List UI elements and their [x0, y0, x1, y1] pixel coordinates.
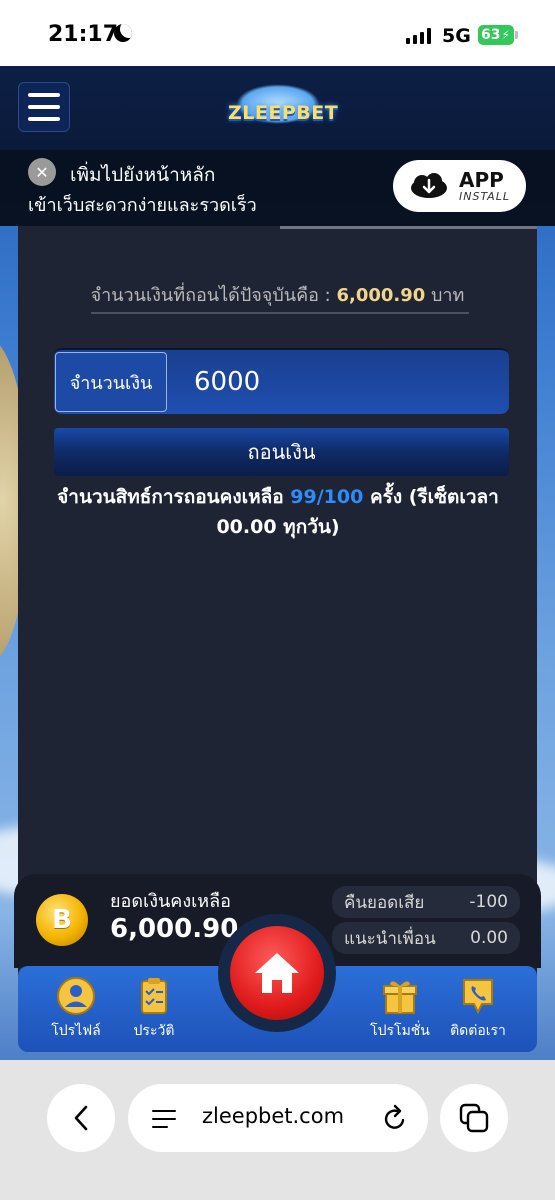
cashback-label: คืนยอดเสีย — [344, 892, 425, 913]
clipboard-icon — [141, 978, 167, 1014]
referral-label: แนะนำเพื่อน — [344, 928, 436, 949]
amount-field-row: จำนวนเงิน — [54, 348, 509, 414]
site-logo[interactable]: ZLEEPBET — [228, 76, 339, 138]
signal-icon — [406, 28, 431, 44]
nav-item-contact[interactable]: ติดต่อเรา — [438, 976, 518, 1042]
install-label: INSTALL — [459, 189, 510, 203]
cashback-chip[interactable]: คืนยอดเสีย -100 — [332, 886, 520, 918]
app-header: ZLEEPBET — [0, 66, 555, 150]
cashback-value: -100 — [469, 892, 508, 912]
chevron-left-icon — [74, 1105, 88, 1131]
battery-level: 63 — [481, 27, 501, 43]
rights-count: 99/100 — [290, 486, 364, 508]
withdraw-panel: จำนวนเงินที่ถอนได้ปัจจุบันคือ : 6,000.90… — [18, 226, 537, 986]
rights-prefix: จำนวนสิทธ์การถอนคงเหลือ — [57, 486, 291, 508]
clock: 21:17 — [48, 22, 119, 47]
nav-label-promotion: โปรโมชั่น — [370, 1023, 430, 1039]
available-label: จำนวนเงินที่ถอนได้ปัจจุบันคือ : — [90, 285, 337, 306]
page-menu-icon[interactable] — [152, 1110, 176, 1134]
app-viewport: ZLEEPBET จำนวนเงินที่ถอนได้ปัจจุบันคือ :… — [0, 66, 555, 1060]
tabs-button[interactable] — [440, 1084, 508, 1152]
home-icon — [255, 953, 299, 993]
url-text: zleepbet.com — [202, 1104, 345, 1128]
nav-item-profile[interactable]: โปรไฟล์ — [36, 976, 116, 1042]
reload-icon[interactable] — [382, 1104, 408, 1132]
withdraw-rights-text: จำนวนสิทธ์การถอนคงเหลือ 99/100 ครั้ง (รี… — [28, 482, 528, 542]
balance-label: ยอดเงินคงเหลือ — [110, 891, 231, 912]
available-amount: จำนวนเงินที่ถอนได้ปัจจุบันคือ : 6,000.90… — [18, 280, 537, 309]
phone-icon — [463, 979, 493, 1015]
nav-label-profile: โปรไฟล์ — [51, 1023, 101, 1039]
nav-label-history: ประวัติ — [133, 1023, 175, 1039]
nav-item-promotion[interactable]: โปรโมชั่น — [360, 976, 440, 1042]
logo-text: ZLEEPBET — [228, 102, 339, 124]
status-bar: 21:17 5G 63 ⚡ — [0, 0, 555, 66]
address-bar[interactable]: zleepbet.com — [128, 1084, 428, 1152]
withdraw-button[interactable]: ถอนเงิน — [54, 428, 509, 476]
home-button[interactable] — [218, 914, 336, 1032]
app-install-button[interactable]: APP INSTALL — [393, 160, 526, 212]
amount-label: จำนวนเงิน — [55, 352, 167, 412]
network-type: 5G — [442, 25, 471, 47]
nav-item-history[interactable]: ประวัติ — [114, 976, 194, 1042]
tab-withdraw-indicator — [280, 226, 537, 229]
referral-chip[interactable]: แนะนำเพื่อน 0.00 — [332, 922, 520, 954]
back-button[interactable] — [47, 1084, 115, 1152]
close-icon[interactable]: ✕ — [28, 158, 56, 186]
amount-input[interactable] — [194, 362, 494, 402]
referral-value: 0.00 — [470, 928, 508, 948]
available-value: 6,000.90 — [336, 285, 426, 306]
moon-icon — [114, 24, 132, 42]
hamburger-menu-button[interactable] — [18, 82, 70, 132]
add-to-home-banner: ✕ เพิ่มไปยังหน้าหลัก เข้าเว็บสะดวกง่ายแล… — [0, 150, 555, 226]
banner-title: เพิ่มไปยังหน้าหลัก — [70, 164, 216, 186]
browser-toolbar: zleepbet.com — [0, 1060, 555, 1200]
banner-subtitle: เข้าเว็บสะดวกง่ายและรวดเร็ว — [28, 195, 257, 216]
app-label: APP — [459, 167, 504, 192]
battery-cap — [515, 31, 518, 39]
tabs-icon — [459, 1103, 489, 1133]
profile-icon — [57, 977, 95, 1015]
battery-icon: 63 ⚡ — [478, 25, 514, 45]
divider — [91, 312, 469, 314]
nav-label-contact: ติดต่อเรา — [450, 1023, 506, 1039]
currency-label: บาท — [425, 285, 465, 306]
gift-icon — [383, 981, 417, 1014]
balance-value: 6,000.90 — [110, 914, 239, 944]
cloud-download-icon — [411, 173, 447, 198]
bitcoin-coin-icon: B — [36, 894, 88, 946]
